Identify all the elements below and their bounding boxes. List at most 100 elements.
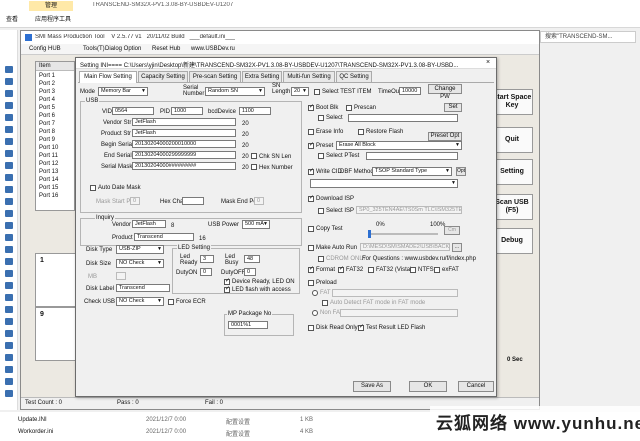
- start-button[interactable]: Start Space Key: [491, 89, 533, 115]
- vendor-str-input[interactable]: JetFlash: [132, 118, 236, 126]
- auto-detect-fat-checkbox[interactable]: [322, 300, 328, 306]
- questions-link[interactable]: For Questions : www.usbdev.ru/f/index.ph…: [362, 256, 476, 262]
- copy-test-slider-thumb[interactable]: [368, 230, 371, 238]
- select-ptest-checkbox[interactable]: [318, 153, 324, 159]
- port-row[interactable]: Port 3: [39, 89, 55, 95]
- check-usb-select[interactable]: NO Check ▼: [116, 297, 164, 306]
- cdrom-only-checkbox[interactable]: [318, 256, 324, 262]
- save-as-button[interactable]: Save As: [353, 381, 391, 392]
- auto-run-browse-button[interactable]: ...: [452, 243, 462, 252]
- duty-off-input[interactable]: 0: [244, 268, 256, 276]
- begin-serial-input[interactable]: 20130204000200010000: [132, 140, 236, 148]
- serial-mask-input[interactable]: 20130204000#########: [132, 162, 236, 170]
- timeout-input[interactable]: 10000: [399, 87, 421, 95]
- format-checkbox[interactable]: [308, 267, 314, 273]
- menu-usbdev-link[interactable]: www.USBDev.ru: [191, 46, 235, 52]
- hex-number-checkbox[interactable]: [251, 164, 257, 170]
- disk-read-only-checkbox[interactable]: [308, 325, 314, 331]
- chk-sn-len-checkbox[interactable]: [251, 153, 257, 159]
- isp-path-input[interactable]: SP0_325TEN4AE\TS0Sm TLC\ISM325TEN: [356, 206, 462, 214]
- erase-info-checkbox[interactable]: [308, 129, 314, 135]
- port-row[interactable]: Port 14: [39, 177, 58, 183]
- mask-start-pos-input[interactable]: 0: [130, 197, 140, 205]
- port-row[interactable]: Port 4: [39, 97, 55, 103]
- setting-button[interactable]: Setting: [491, 159, 533, 185]
- copy-test-slider[interactable]: [368, 233, 438, 235]
- bootblk-path-input[interactable]: [348, 114, 458, 122]
- led-ready-input[interactable]: 3: [200, 255, 214, 263]
- port-row[interactable]: Port 8: [39, 129, 55, 135]
- copy-test-button[interactable]: Cm: [444, 226, 460, 235]
- menu-reset-hub[interactable]: Reset Hub: [152, 46, 180, 52]
- restore-flash-checkbox[interactable]: [358, 129, 364, 135]
- cid-select[interactable]: ▼: [310, 179, 458, 188]
- duty-on-input[interactable]: 0: [200, 268, 212, 276]
- select-test-item-checkbox[interactable]: [314, 89, 320, 95]
- preload-fat-radio[interactable]: [312, 290, 318, 296]
- ptest-path-input[interactable]: [366, 152, 458, 160]
- sn-length-select[interactable]: 20 ▼: [291, 87, 309, 96]
- tab-prescan[interactable]: Pre-scan Setting: [189, 71, 241, 82]
- select-isp-checkbox[interactable]: [318, 208, 324, 214]
- tab-qc[interactable]: QC Setting: [336, 71, 372, 82]
- preset-select[interactable]: Erase All Block ▼: [336, 141, 462, 150]
- copy-test-checkbox[interactable]: [308, 226, 314, 232]
- port-row[interactable]: Port 2: [39, 81, 55, 87]
- tab-extra[interactable]: Extra Setting: [242, 71, 282, 82]
- dbf-method-select[interactable]: TSOP Standard Type ▼: [372, 167, 452, 176]
- fat32-vista-checkbox[interactable]: [368, 267, 374, 273]
- disk-size-mb-input[interactable]: [116, 272, 126, 280]
- ntfs-checkbox[interactable]: [410, 267, 416, 273]
- exfat-checkbox[interactable]: [434, 267, 440, 273]
- usb-power-select[interactable]: 500 mA ▼: [242, 220, 270, 229]
- file-row-name[interactable]: Workorder.ini: [18, 429, 53, 435]
- force-ecr-checkbox[interactable]: [168, 299, 174, 305]
- test-result-led-checkbox[interactable]: [358, 325, 364, 331]
- menu-dialog-option[interactable]: Dialog Option: [105, 46, 141, 52]
- led-flash-access-checkbox[interactable]: [224, 287, 230, 293]
- mask-end-pos-input[interactable]: 0: [254, 197, 264, 205]
- tab-capacity[interactable]: Capacity Setting: [138, 71, 188, 82]
- preload-nonfat-radio[interactable]: [312, 310, 318, 316]
- port-row[interactable]: Port 5: [39, 105, 55, 111]
- device-ready-led-checkbox[interactable]: [224, 279, 230, 285]
- port-row[interactable]: Port 11: [39, 153, 58, 159]
- pid-input[interactable]: 1000: [171, 107, 203, 115]
- ribbon-tab-apptools[interactable]: 应用程序工具: [35, 14, 71, 23]
- change-pw-button[interactable]: Change PW: [428, 84, 462, 100]
- auto-date-mask-checkbox[interactable]: [90, 185, 96, 191]
- dbf-opt-button[interactable]: Opt: [456, 167, 466, 176]
- explorer-search-input[interactable]: 搜索"TRANSCEND-SM...: [540, 31, 636, 43]
- quit-button[interactable]: Quit: [491, 127, 533, 153]
- file-row-name[interactable]: Update.INI: [18, 417, 47, 423]
- inquiry-product-input[interactable]: Transcend: [134, 233, 194, 241]
- auto-run-path-input[interactable]: D:\MESD\SM\SMADE2\USB\BACK\P_MB Driver: [360, 243, 450, 251]
- cancel-button[interactable]: Cancel: [458, 381, 494, 392]
- preload-fat-path[interactable]: [332, 289, 458, 297]
- mode-select[interactable]: Memory Bar ▼: [98, 87, 148, 96]
- disk-type-select[interactable]: USB-ZIP ▼: [116, 245, 164, 254]
- port-row[interactable]: Port 7: [39, 121, 55, 127]
- bcd-device-input[interactable]: 1100: [239, 107, 271, 115]
- select-bootblk-checkbox[interactable]: [318, 115, 324, 121]
- port-row[interactable]: Port 1: [39, 73, 55, 79]
- ribbon-tab-view[interactable]: 查看: [6, 14, 18, 23]
- preload-nonfat-path[interactable]: [340, 309, 458, 317]
- port-row[interactable]: Port 15: [39, 185, 58, 191]
- port-row[interactable]: Port 16: [39, 193, 58, 199]
- close-icon[interactable]: ×: [486, 59, 490, 66]
- make-auto-run-checkbox[interactable]: [308, 245, 314, 251]
- inquiry-vendor-input[interactable]: JetFlash: [132, 220, 166, 228]
- port-row[interactable]: Port 6: [39, 113, 55, 119]
- tab-multifun[interactable]: Multi-fun Setting: [283, 71, 335, 82]
- preload-checkbox[interactable]: [308, 280, 314, 286]
- hex-char-input[interactable]: [182, 197, 204, 205]
- scan-usb-button[interactable]: Scan USB (F5): [491, 194, 533, 220]
- prescan-checkbox[interactable]: [346, 105, 352, 111]
- fat32-checkbox[interactable]: [338, 267, 344, 273]
- menu-config-hub[interactable]: Config HUB: [29, 46, 61, 52]
- preset-opt-button[interactable]: Preset Opt: [428, 132, 462, 141]
- disk-label-input[interactable]: Transcend: [116, 284, 170, 292]
- debug-button[interactable]: Debug: [491, 228, 533, 254]
- boot-blk-checkbox[interactable]: [308, 105, 314, 111]
